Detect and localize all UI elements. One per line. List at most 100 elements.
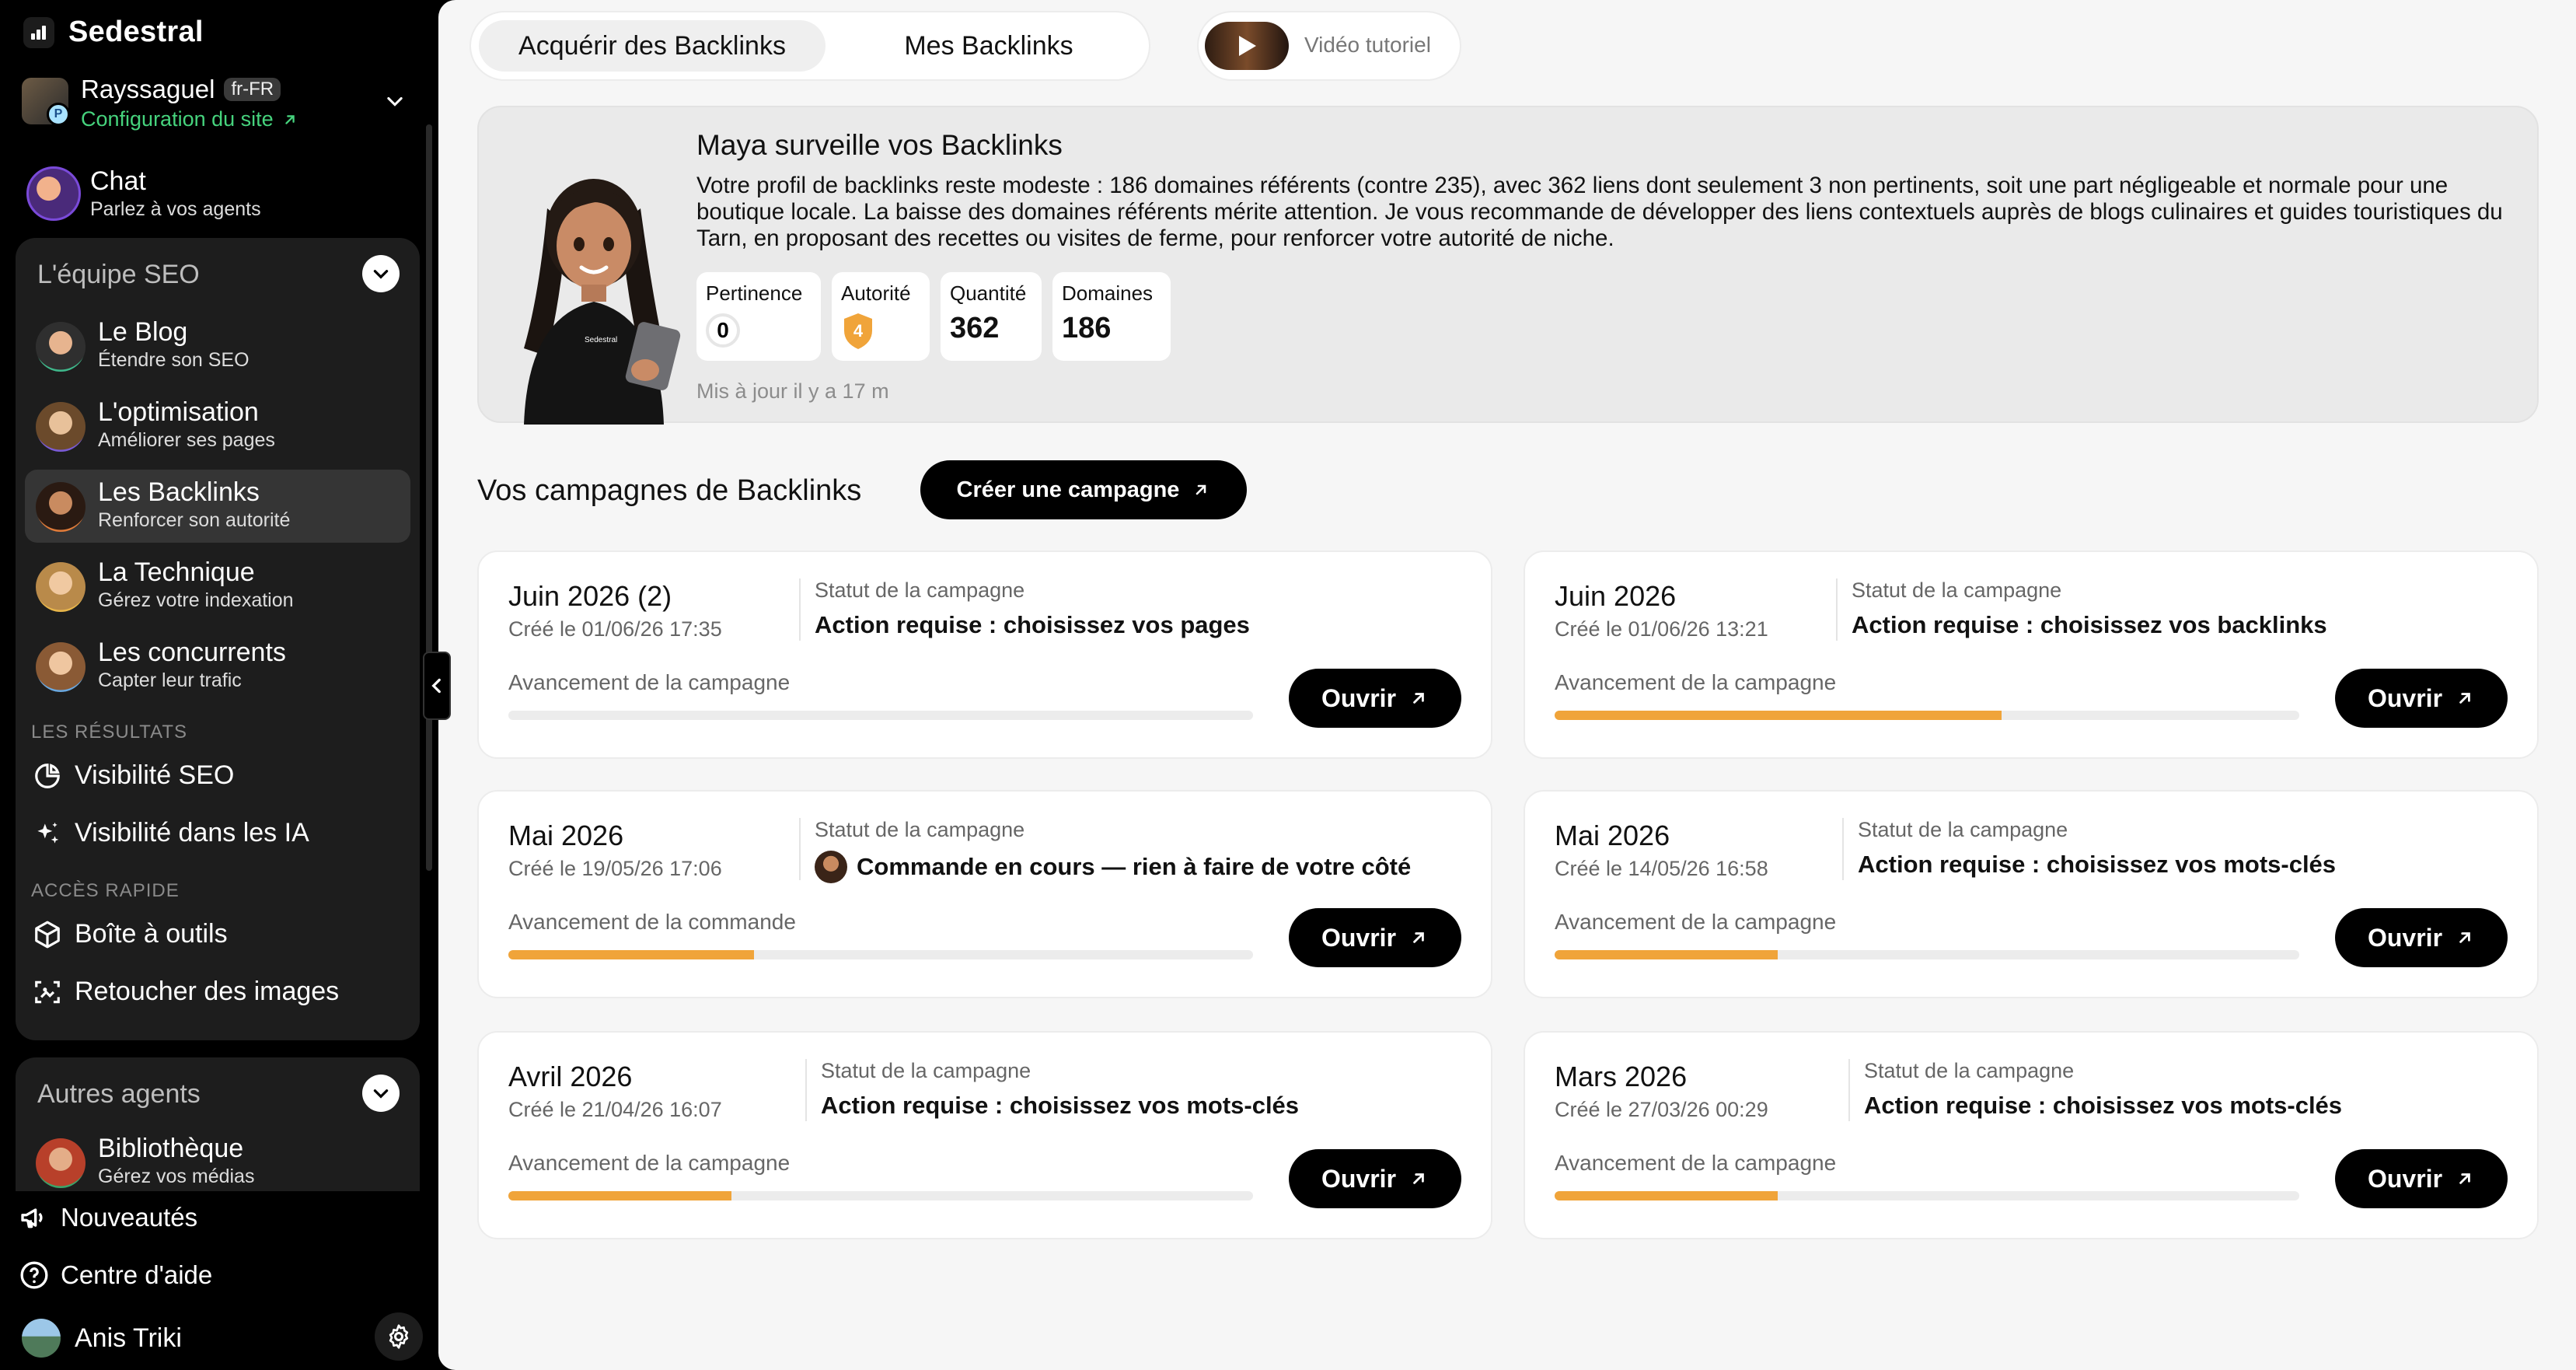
sidebar-item-chat[interactable]: Chat Parlez à vos agents [26, 163, 400, 225]
chat-avatar [26, 166, 81, 221]
other-agents-heading: Autres agents [37, 1079, 201, 1109]
box-icon [35, 921, 60, 948]
maya-summary-card: Sedestral Maya surveille vos Backlinks V… [477, 106, 2539, 425]
campaign-status: Action requise : choisissez vos mots-clé… [1858, 851, 2336, 879]
other-agents-collapse-button[interactable] [362, 1075, 400, 1112]
campaign-progress-label: Avancement de la campagne [1555, 670, 1837, 694]
sidebar-item-library[interactable]: Bibliothèque Gérez vos médias [25, 1126, 410, 1191]
sidebar-item-toolbox[interactable]: Boîte à outils [33, 919, 228, 949]
campaign-title: Mars 2026 [1555, 1061, 1688, 1092]
collapse-sidebar-button[interactable] [423, 652, 451, 720]
campaign-card: Mars 2026 Créé le 27/03/26 00:29 Statut … [1524, 1031, 2539, 1239]
metrics-row: Pertinence 0 Autorité 4 Quantité 362 Dom… [696, 272, 1171, 361]
card-divider [1842, 818, 1844, 880]
campaign-created-date: Créé le 01/06/26 17:35 [508, 617, 722, 641]
tab-bar: Acquérir des Backlinks Mes Backlinks [469, 11, 1150, 81]
sidebar-item-ai-visibility[interactable]: Visibilité dans les IA [33, 818, 309, 848]
sidebar-item-technique[interactable]: La Technique Gérez votre indexation [25, 550, 410, 623]
campaign-card: Juin 2026 Créé le 01/06/26 13:21 Statut … [1524, 550, 2539, 759]
campaign-status: Action requise : choisissez vos pages [815, 611, 1250, 639]
metric-label: Autorité [841, 281, 911, 305]
open-campaign-button[interactable]: Ouvrir [2335, 908, 2508, 967]
chevron-down-icon[interactable] [384, 90, 406, 112]
chevron-down-icon [373, 270, 389, 279]
chevron-down-icon [373, 1089, 389, 1099]
gear-icon [389, 1324, 409, 1349]
chat-subtitle: Parlez à vos agents [90, 198, 261, 220]
open-campaign-button[interactable]: Ouvrir [1289, 669, 1461, 728]
other-agents-panel: Autres agents Bibliothèque Gérez vos médi… [16, 1057, 420, 1191]
open-campaign-button[interactable]: Ouvrir [2335, 1149, 2508, 1208]
technique-avatar [36, 562, 86, 612]
hero-text: Votre profil de backlinks reste modeste … [696, 173, 2503, 251]
open-label: Ouvrir [2367, 683, 2443, 712]
create-campaign-button[interactable]: Créer une campagne [920, 460, 1247, 519]
site-name: Rayssaguel fr-FR [81, 75, 281, 104]
sidebar-item-blog[interactable]: Le Blog Étendre son SEO [25, 309, 410, 383]
sidebar-item-help[interactable]: Centre d'aide [19, 1260, 212, 1291]
seo-team-collapse-button[interactable] [362, 255, 400, 292]
card-divider [799, 818, 801, 880]
sidebar-item-backlinks[interactable]: Les Backlinks Renforcer son autorité [25, 470, 410, 543]
campaign-status: Action requise : choisissez vos mots-clé… [1864, 1092, 2342, 1120]
metric-domaines: Domaines 186 [1052, 272, 1171, 361]
sparkles-icon [37, 822, 59, 844]
sidebar-item-news[interactable]: Nouveautés [19, 1202, 197, 1233]
open-label: Ouvrir [1321, 923, 1397, 952]
card-divider [799, 578, 801, 641]
metric-label: Quantité [950, 281, 1027, 305]
metric-autorite: Autorité 4 [832, 272, 930, 361]
agent-title: Les concurrents [98, 638, 286, 667]
chat-title: Chat [90, 166, 146, 196]
campaign-created-date: Créé le 27/03/26 00:29 [1555, 1098, 1768, 1121]
library-avatar [36, 1138, 86, 1188]
shield-icon: 4 [844, 313, 872, 349]
card-divider [1836, 578, 1838, 641]
help-circle-icon [20, 1261, 48, 1289]
open-campaign-button[interactable]: Ouvrir [1289, 908, 1461, 967]
settings-button[interactable] [375, 1312, 423, 1361]
site-switcher[interactable]: P Rayssaguel fr-FR Configuration du site [22, 75, 410, 137]
bar-chart-icon [23, 16, 54, 48]
sidebar-scrollbar[interactable] [426, 124, 432, 871]
arrow-up-right-icon [284, 114, 295, 124]
sidebar-item-retouch-images[interactable]: Retoucher des images [33, 977, 339, 1007]
campaign-progress-label: Avancement de la campagne [1555, 1151, 1837, 1175]
nav-label: Visibilité dans les IA [75, 818, 309, 848]
campaign-created-date: Créé le 19/05/26 17:06 [508, 857, 722, 880]
campaigns-title: Vos campagnes de Backlinks [477, 474, 862, 507]
sidebar-item-optimisation[interactable]: L'optimisation Améliorer ses pages [25, 390, 410, 463]
campaign-created-date: Créé le 21/04/26 16:07 [508, 1098, 722, 1121]
seo-team-heading: L'équipe SEO [37, 260, 200, 289]
metric-quantite: Quantité 362 [941, 272, 1042, 361]
video-tutorial-button[interactable]: Vidéo tutoriel [1197, 11, 1461, 81]
tab-my-backlinks[interactable]: Mes Backlinks [833, 20, 1144, 72]
arrow-up-right-icon [2459, 693, 2470, 704]
arrow-up-right-icon [1196, 484, 1206, 495]
agent-subtitle: Améliorer ses pages [98, 429, 275, 451]
lang-pill: fr-FR [224, 78, 281, 101]
sidebar-item-seo-visibility[interactable]: Visibilité SEO [33, 760, 234, 791]
metric-label: Pertinence [706, 281, 803, 305]
campaign-title: Juin 2026 (2) [508, 580, 672, 612]
campaign-status-text: Action requise : choisissez vos mots-clé… [821, 1092, 1300, 1119]
brand-logo[interactable]: Sedestral [23, 16, 204, 49]
campaign-status: Commande en cours — rien à faire de votr… [815, 851, 1411, 883]
agent-title: Les Backlinks [98, 477, 260, 507]
campaign-title: Avril 2026 [508, 1061, 633, 1092]
concurrents-avatar [36, 642, 86, 692]
open-campaign-button[interactable]: Ouvrir [1289, 1149, 1461, 1208]
hero-title: Maya surveille vos Backlinks [696, 129, 1063, 161]
campaign-progress-bar [1555, 950, 2299, 959]
tab-acquire-backlinks[interactable]: Acquérir des Backlinks [479, 20, 826, 72]
sidebar-item-concurrents[interactable]: Les concurrents Capter leur trafic [25, 630, 410, 703]
user-profile[interactable]: Anis Triki [22, 1312, 423, 1361]
campaign-progress-label: Avancement de la campagne [508, 1151, 791, 1175]
site-config-link[interactable]: Configuration du site [81, 107, 298, 131]
results-label: LES RÉSULTATS [31, 722, 188, 743]
campaign-progress-label: Avancement de la commande [508, 910, 796, 934]
open-campaign-button[interactable]: Ouvrir [2335, 669, 2508, 728]
agent-subtitle: Gérez votre indexation [98, 589, 294, 611]
campaign-status-text: Action requise : choisissez vos mots-clé… [1858, 851, 2337, 878]
agent-title: Bibliothèque [98, 1134, 244, 1163]
